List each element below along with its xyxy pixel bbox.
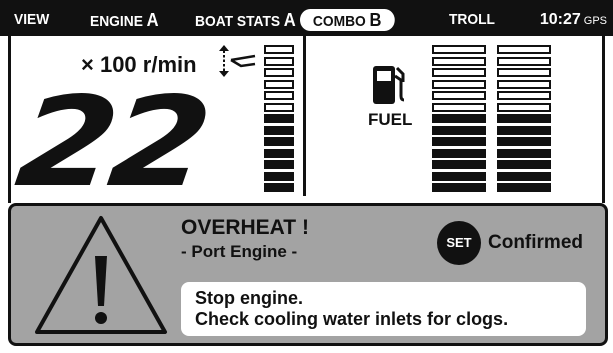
bar-segment bbox=[264, 68, 294, 77]
set-button[interactable]: SET bbox=[437, 221, 481, 265]
bar-segment bbox=[432, 183, 486, 192]
bar-segment bbox=[264, 102, 294, 112]
bar-segment bbox=[497, 68, 551, 77]
trim-level-bar bbox=[264, 45, 294, 195]
tab-label: VIEW bbox=[14, 11, 50, 28]
alert-message-line: Check cooling water inlets for clogs. bbox=[195, 309, 509, 329]
tab-label: ENGINE bbox=[90, 13, 143, 30]
bar-segment bbox=[432, 160, 486, 169]
bar-segment bbox=[432, 79, 486, 89]
bar-segment bbox=[497, 91, 551, 100]
bar-segment bbox=[264, 56, 294, 66]
bar-segment bbox=[497, 171, 551, 181]
bar-segment bbox=[264, 79, 294, 89]
alert-message-box: Stop engine. Check cooling water inlets … bbox=[181, 282, 586, 336]
tab-suffix: A bbox=[283, 10, 296, 30]
fuel-label: FUEL bbox=[368, 110, 413, 129]
panel-divider bbox=[303, 36, 306, 196]
rpm-value: 22 bbox=[9, 71, 212, 215]
alert-subtitle: - Port Engine - bbox=[181, 242, 298, 261]
tab-engine-a[interactable]: ENGINE A bbox=[90, 10, 159, 30]
tab-troll[interactable]: TROLL bbox=[449, 10, 495, 30]
bar-segment bbox=[497, 79, 551, 89]
warning-triangle-icon bbox=[35, 216, 167, 334]
tab-view[interactable]: VIEW bbox=[14, 10, 49, 30]
bar-segment bbox=[264, 91, 294, 100]
fuel-tank-2-bar bbox=[497, 45, 551, 195]
bar-segment bbox=[497, 137, 551, 146]
bar-segment bbox=[497, 102, 551, 112]
bar-segment bbox=[432, 45, 486, 54]
bar-segment bbox=[264, 45, 294, 54]
tab-label: COMBO bbox=[312, 13, 366, 30]
bar-segment bbox=[432, 56, 486, 66]
bar-segment bbox=[432, 125, 486, 135]
tab-label: BOAT STATS bbox=[195, 13, 281, 30]
fuel-tank-1-bar bbox=[432, 45, 486, 195]
trim-icon bbox=[219, 45, 256, 77]
bar-segment bbox=[264, 114, 294, 123]
bar-segment bbox=[432, 137, 486, 146]
tab-suffix: B bbox=[369, 10, 382, 30]
alert-panel: OVERHEAT ! - Port Engine - SET Confirmed… bbox=[8, 203, 608, 346]
alert-title: OVERHEAT ! bbox=[181, 216, 309, 239]
bar-segment bbox=[432, 68, 486, 77]
tab-label: TROLL bbox=[449, 11, 495, 28]
bar-segment bbox=[497, 160, 551, 169]
bar-segment bbox=[264, 125, 294, 135]
top-nav-bar: VIEW ENGINE A BOAT STATS A COMBO B TROLL 10… bbox=[0, 0, 613, 36]
bar-segment bbox=[497, 148, 551, 158]
bar-segment bbox=[497, 183, 551, 192]
bar-segment bbox=[432, 114, 486, 123]
tab-boat-stats-a[interactable]: BOAT STATS A bbox=[195, 10, 296, 30]
gps-label: GPS bbox=[583, 15, 607, 27]
bar-segment bbox=[497, 114, 551, 123]
bar-segment bbox=[432, 171, 486, 181]
bar-segment bbox=[497, 45, 551, 54]
bar-segment bbox=[497, 56, 551, 66]
bar-segment bbox=[264, 160, 294, 169]
bar-segment bbox=[264, 183, 294, 192]
bar-segment bbox=[432, 91, 486, 100]
alert-message-line: Stop engine. bbox=[195, 288, 303, 308]
alert-status: Confirmed bbox=[488, 232, 583, 253]
clock-readout: 10:27 GPS bbox=[540, 10, 607, 31]
tab-suffix: A bbox=[146, 10, 159, 30]
fuel-pump-icon bbox=[373, 66, 405, 104]
bar-segment bbox=[497, 125, 551, 135]
bar-segment bbox=[264, 148, 294, 158]
bar-segment bbox=[432, 102, 486, 112]
bar-segment bbox=[264, 137, 294, 146]
tab-combo-b[interactable]: COMBO B bbox=[300, 9, 395, 31]
bar-segment bbox=[264, 171, 294, 181]
bar-segment bbox=[432, 148, 486, 158]
gauge-panel: × 100 r/min 22 FUEL bbox=[8, 36, 605, 215]
clock-time: 10:27 bbox=[539, 11, 581, 28]
